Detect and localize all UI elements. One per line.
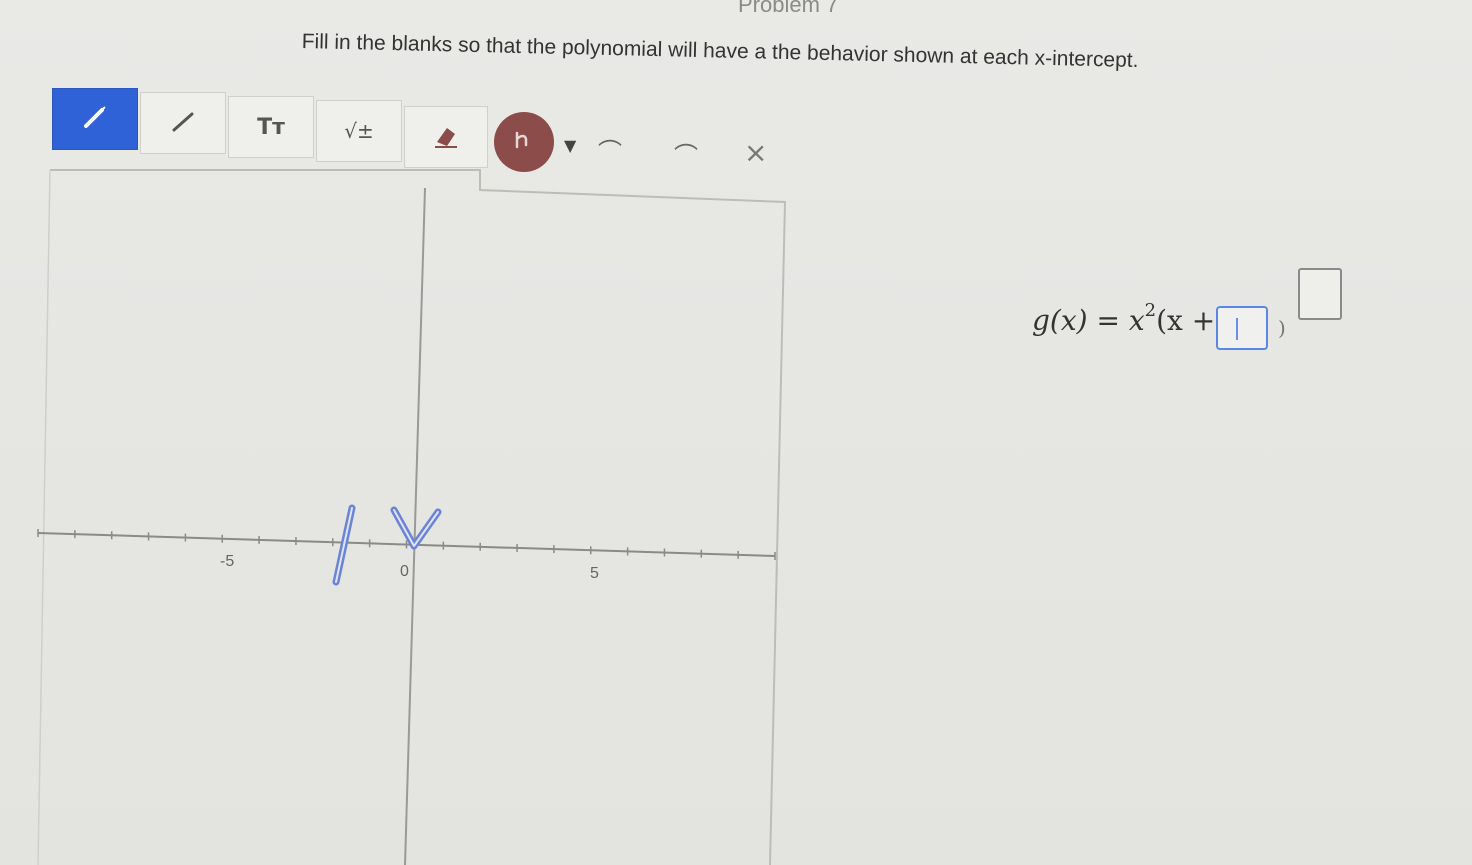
tick-label: -5 <box>220 553 234 570</box>
equation: g(x) = x2(x + <box>1032 300 1216 337</box>
graph-frame <box>50 169 787 865</box>
tick-label: 0 <box>400 563 409 580</box>
sketch-strokes <box>332 504 442 586</box>
undo-icon[interactable]: ⌒ <box>598 132 622 167</box>
exponent-blank-input[interactable] <box>1298 268 1342 320</box>
equation-rhs: (x + <box>1156 304 1216 337</box>
text-icon: Tт <box>257 114 285 140</box>
chevron-down-icon[interactable]: ▼ <box>564 136 576 155</box>
pencil-tool-button[interactable] <box>52 88 138 150</box>
pencil-icon <box>80 102 110 136</box>
bounce-stroke-inner <box>393 509 439 547</box>
text-cursor <box>1236 318 1238 340</box>
crossing-stroke-inner <box>335 507 353 583</box>
math-tool-button[interactable]: √± <box>316 100 402 162</box>
line-icon <box>168 106 198 140</box>
x-axis <box>37 532 776 557</box>
close-paren: ) <box>1278 316 1286 340</box>
eraser-tool-button[interactable] <box>404 106 488 168</box>
eraser-icon <box>429 120 463 154</box>
bounce-stroke <box>390 506 442 550</box>
crossing-stroke <box>332 504 356 586</box>
close-icon[interactable]: × <box>744 136 767 169</box>
x-ticks <box>37 529 776 560</box>
tick-label: 5 <box>590 565 599 582</box>
redo-icon[interactable]: ⌒ <box>674 136 698 171</box>
y-axis <box>404 187 426 865</box>
equation-power: 2 <box>1144 300 1157 321</box>
constant-blank-input[interactable] <box>1216 306 1268 350</box>
text-tool-button[interactable]: Tт <box>228 96 314 158</box>
problem-header: Problem 7 <box>738 0 839 17</box>
sqrt-icon: √± <box>344 119 374 143</box>
hand-icon <box>511 127 537 158</box>
hand-tool-button[interactable] <box>494 112 554 172</box>
instruction-text: Fill in the blanks so that the polynomia… <box>301 30 1139 72</box>
equation-lhs: g(x) = x <box>1032 304 1145 337</box>
line-tool-button[interactable] <box>140 92 226 154</box>
